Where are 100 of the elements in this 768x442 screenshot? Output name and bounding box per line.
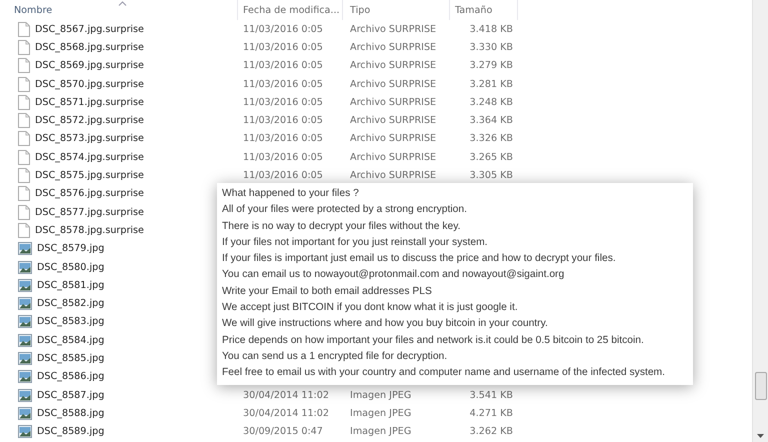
- note-line: If your files not important for you just reinstall your system.: [222, 236, 489, 250]
- modified-date: 11/03/2016 0:05: [243, 96, 323, 108]
- modified-date: 11/03/2016 0:05: [243, 60, 323, 72]
- column-header[interactable]: Tamaño: [455, 4, 492, 16]
- file-icon: [18, 186, 30, 202]
- note-line: If your files is important just email us to discuss the price and how to decrypt your files.: [222, 252, 617, 266]
- image-file-icon: [18, 315, 32, 328]
- modified-date: 11/03/2016 0:05: [243, 78, 323, 90]
- file-name[interactable]: DSC_8584.jpg: [37, 334, 104, 346]
- file-name[interactable]: DSC_8589.jpg: [37, 426, 104, 438]
- file-size: 3.364 KB: [470, 115, 513, 126]
- file-name[interactable]: DSC_8587.jpg: [37, 390, 104, 401]
- file-type: Imagen JPEG: [350, 390, 412, 401]
- note-line: You can send us a 1 encrypted file for decryption.: [222, 350, 448, 364]
- file-icon: [18, 22, 30, 37]
- modified-date: 30/04/2014 11:02: [243, 390, 329, 401]
- file-size: 3.418 KB: [470, 24, 513, 35]
- column-header[interactable]: Tipo: [350, 4, 370, 16]
- file-name[interactable]: DSC_8573.jpg.surprise: [35, 133, 144, 144]
- note-line: You can email us to nowayout@protonmail.com and nowayout@sigaint.org: [222, 268, 566, 282]
- file-name[interactable]: DSC_8572.jpg.surprise: [35, 115, 144, 126]
- file-type: Imagen JPEG: [350, 408, 412, 419]
- file-name[interactable]: DSC_8567.jpg.surprise: [35, 24, 144, 35]
- modified-date: 11/03/2016 0:05: [243, 133, 323, 144]
- sort-caret-icon: [118, 1, 127, 6]
- file-size: 3.305 KB: [470, 170, 513, 182]
- file-name[interactable]: DSC_8568.jpg.surprise: [35, 42, 144, 53]
- file-type: Archivo SURPRISE: [350, 152, 436, 163]
- file-icon: [18, 58, 30, 74]
- modified-date: 11/03/2016 0:05: [243, 24, 323, 35]
- file-name[interactable]: DSC_8579.jpg: [37, 243, 104, 254]
- modified-date: 11/03/2016 0:05: [243, 170, 323, 182]
- file-icon: [18, 76, 30, 92]
- file-icon: [18, 113, 30, 128]
- file-type: Archivo SURPRISE: [350, 24, 436, 35]
- scroll-down-arrow-icon[interactable]: [757, 434, 764, 438]
- note-line: We accept just BITCOIN if you dont know what it is just google it.: [222, 301, 519, 316]
- file-icon: [18, 40, 30, 55]
- file-name[interactable]: DSC_8588.jpg: [37, 408, 104, 419]
- file-size: 3.541 KB: [470, 390, 513, 401]
- column-header[interactable]: Fecha de modifica...: [243, 4, 340, 16]
- file-name[interactable]: DSC_8583.jpg: [37, 316, 104, 328]
- file-type: Archivo SURPRISE: [350, 170, 436, 182]
- image-file-icon: [18, 406, 32, 420]
- modified-date: 11/03/2016 0:05: [243, 152, 323, 163]
- file-type: Archivo SURPRISE: [350, 96, 436, 108]
- note-line: All of your files were protected by a strong encryption.: [222, 203, 468, 218]
- modified-date: 11/03/2016 0:05: [243, 115, 323, 126]
- note-line: Price depends on how important your files and network is.it could be 0.5 bitcoin to 25 bitcoin.: [222, 334, 645, 348]
- file-name[interactable]: DSC_8585.jpg: [37, 352, 104, 364]
- file-name[interactable]: DSC_8569.jpg.surprise: [35, 60, 144, 72]
- note-line: Write your Email to both email addresses PLS: [222, 284, 433, 299]
- note-line: We will give instructions where and how you buy bitcoin in your country.: [222, 317, 549, 332]
- file-size: 3.330 KB: [470, 42, 513, 53]
- column-header[interactable]: Nombre: [14, 4, 52, 16]
- file-name[interactable]: DSC_8575.jpg.surprise: [35, 170, 144, 182]
- file-name[interactable]: DSC_8586.jpg: [37, 371, 104, 382]
- modified-date: 30/09/2015 0:47: [243, 426, 323, 438]
- note-line: What happened to your files ?: [222, 187, 360, 201]
- image-file-icon: [18, 388, 32, 402]
- note-line: There is no way to decrypt your files without the key.: [222, 220, 462, 234]
- file-icon: [18, 150, 30, 165]
- file-name[interactable]: DSC_8581.jpg: [37, 280, 104, 291]
- image-file-icon: [18, 334, 32, 347]
- file-type: Archivo SURPRISE: [350, 60, 436, 72]
- file-size: 3.265 KB: [470, 152, 513, 163]
- file-size: 3.262 KB: [470, 426, 513, 438]
- file-type: Archivo SURPRISE: [350, 78, 436, 90]
- image-file-icon: [18, 278, 32, 292]
- file-name[interactable]: DSC_8570.jpg.surprise: [35, 78, 144, 90]
- file-icon: [18, 222, 30, 238]
- file-icon: [18, 131, 30, 146]
- note-line: Feel free to email us with your country and computer name and username of the infected system.: [222, 366, 666, 380]
- file-name[interactable]: DSC_8571.jpg.surprise: [35, 96, 144, 108]
- file-name[interactable]: DSC_8578.jpg.surprise: [35, 224, 144, 236]
- file-name[interactable]: DSC_8577.jpg.surprise: [35, 206, 144, 218]
- image-file-icon: [18, 297, 32, 310]
- file-icon: [18, 168, 30, 184]
- file-icon: [18, 94, 30, 110]
- file-size: 3.248 KB: [470, 96, 513, 108]
- scrollbar[interactable]: [752, 0, 768, 442]
- modified-date: 11/03/2016 0:05: [243, 42, 323, 53]
- image-file-icon: [18, 352, 32, 365]
- modified-date: 30/04/2014 11:02: [243, 408, 329, 419]
- file-name[interactable]: DSC_8576.jpg.surprise: [35, 188, 144, 200]
- scrollbar-thumb[interactable]: [755, 372, 767, 400]
- file-size: 3.279 KB: [470, 60, 513, 72]
- file-type: Imagen JPEG: [350, 426, 412, 438]
- file-size: 4.271 KB: [470, 408, 513, 419]
- file-name[interactable]: DSC_8580.jpg: [37, 262, 104, 272]
- file-name[interactable]: DSC_8574.jpg.surprise: [35, 152, 144, 163]
- file-type: Archivo SURPRISE: [350, 115, 436, 126]
- image-file-icon: [18, 425, 32, 438]
- image-file-icon: [18, 370, 32, 384]
- file-type: Archivo SURPRISE: [350, 133, 436, 144]
- file-name[interactable]: DSC_8582.jpg: [37, 298, 104, 310]
- image-file-icon: [18, 242, 32, 256]
- file-icon: [18, 204, 30, 220]
- image-file-icon: [18, 260, 32, 274]
- file-size: 3.326 KB: [470, 133, 513, 144]
